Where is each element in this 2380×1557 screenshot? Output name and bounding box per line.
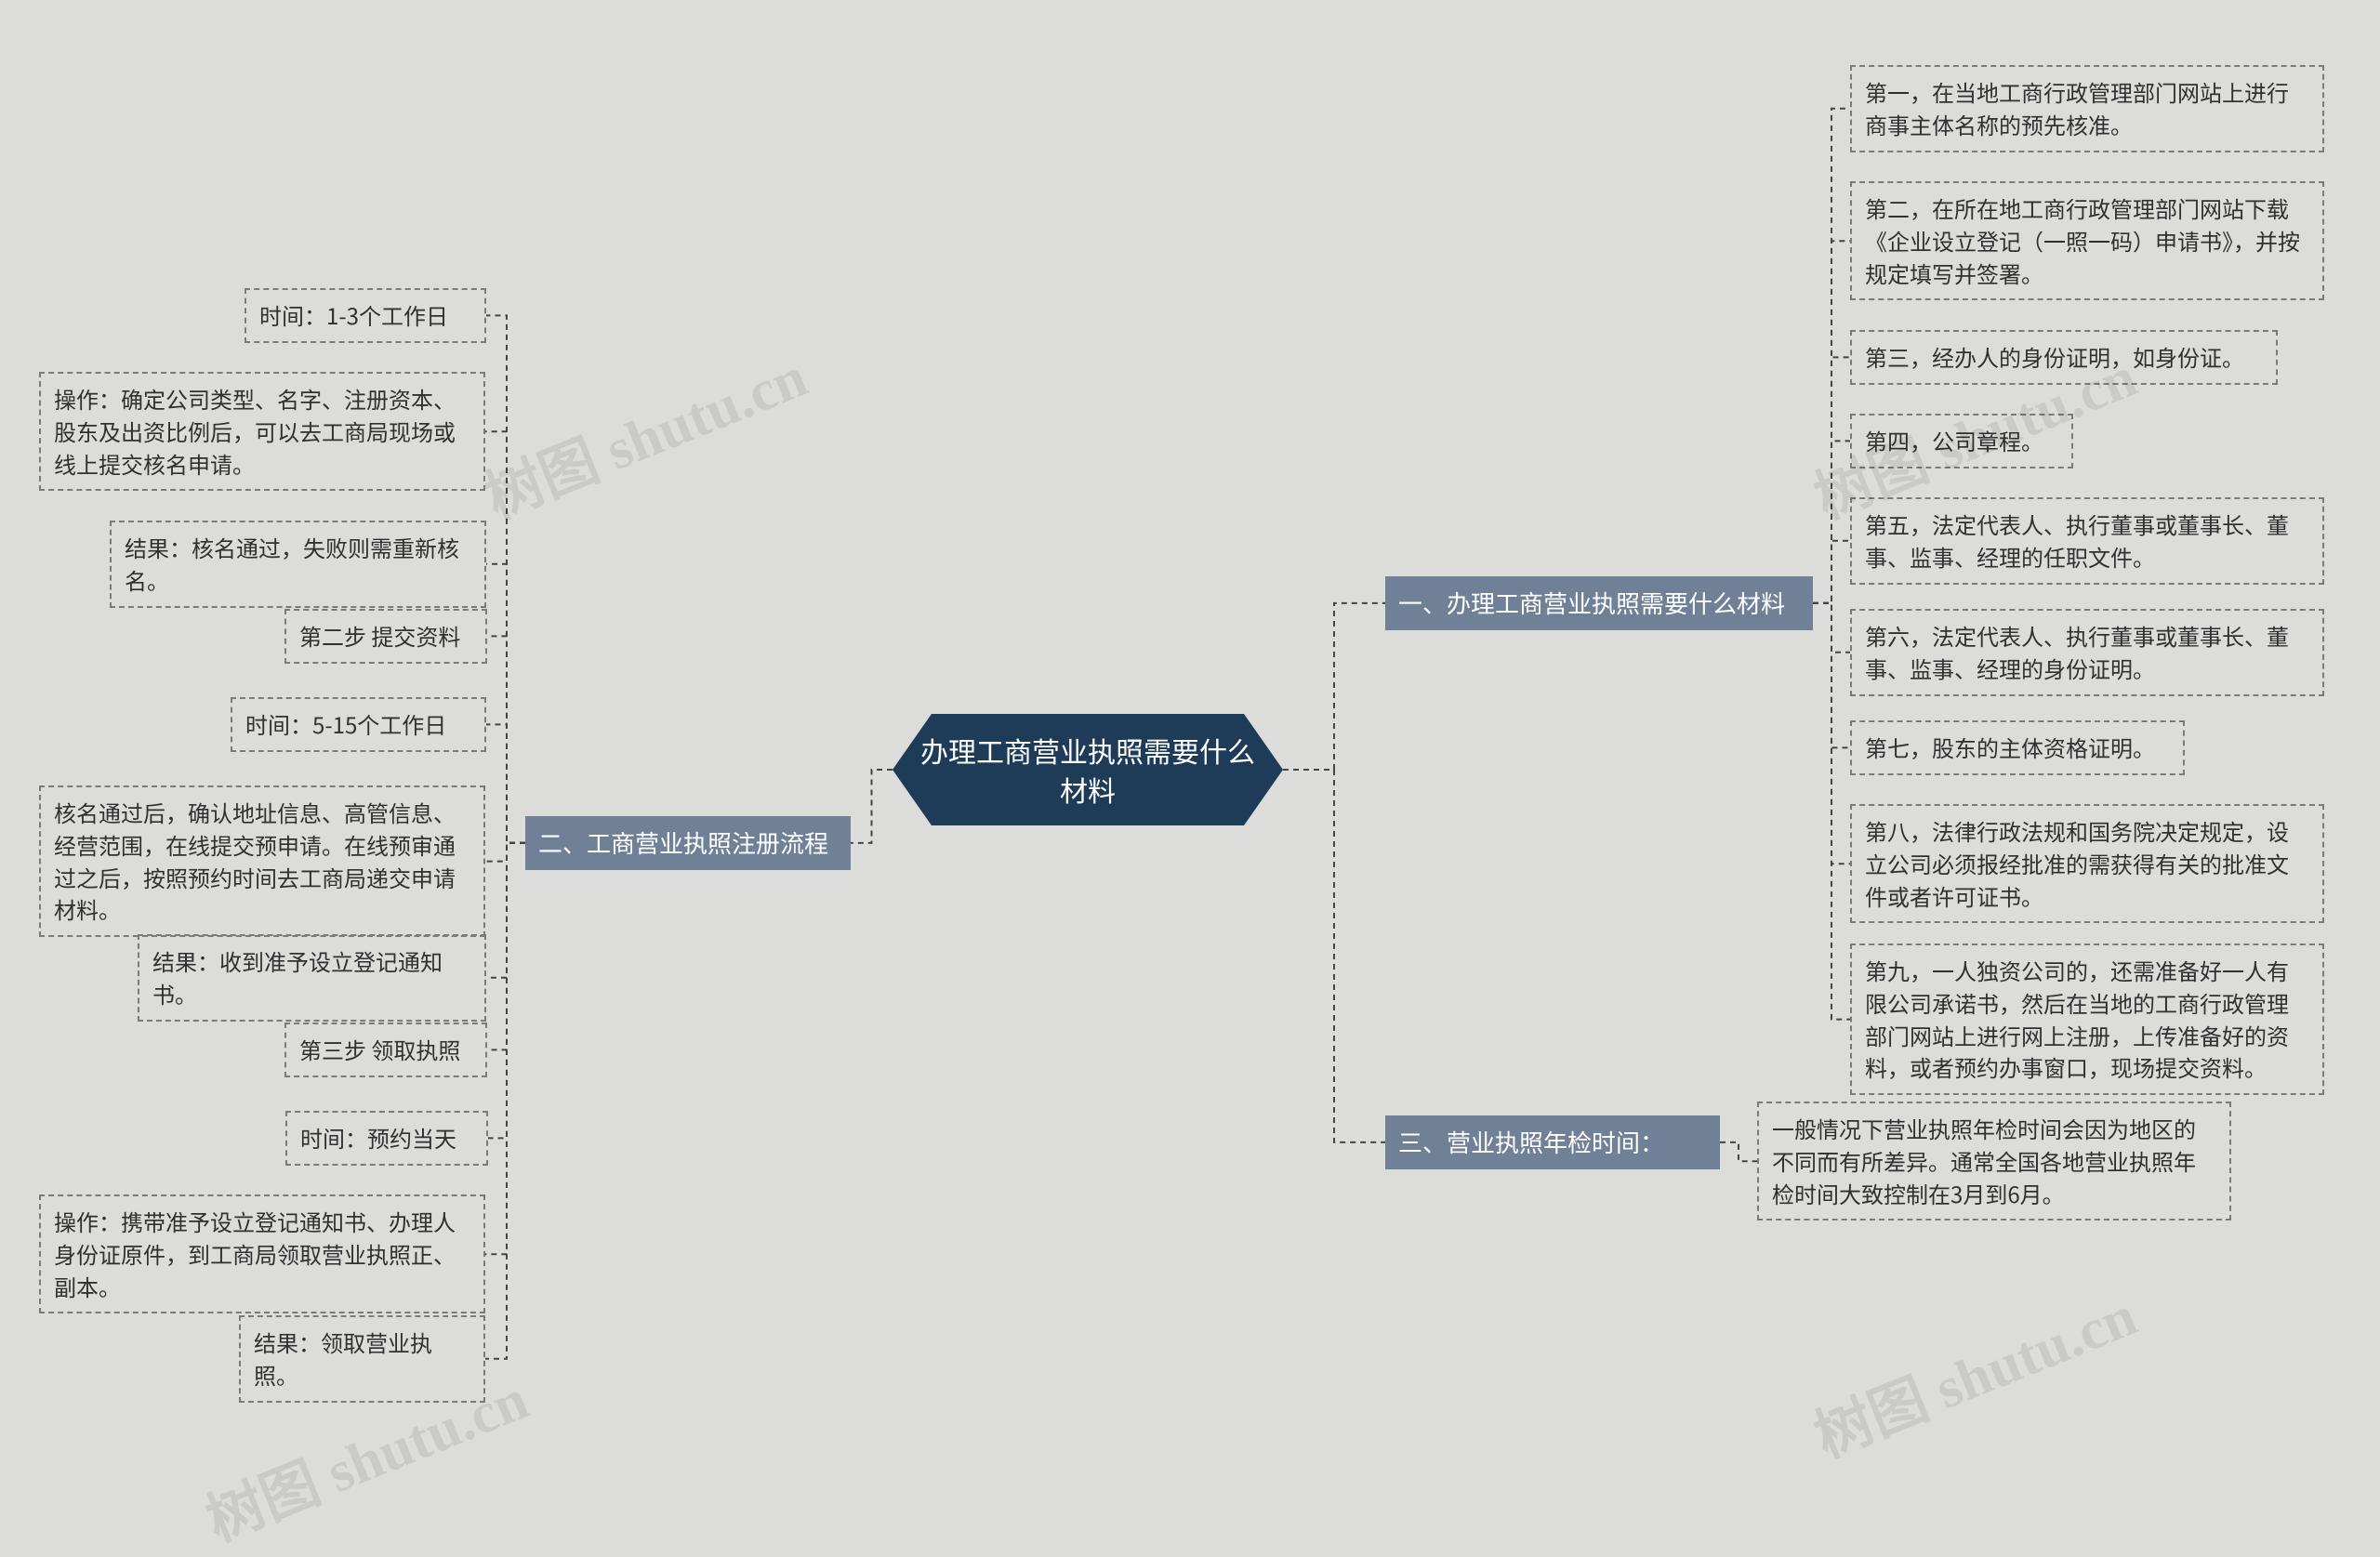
watermark: 树图 shutu.cn <box>470 330 816 534</box>
process-item-4[interactable]: 第二步 提交资料 <box>284 609 487 664</box>
root-node[interactable]: 办理工商营业执照需要什么材料 <box>892 714 1283 825</box>
process-item-5[interactable]: 时间：5-15个工作日 <box>231 697 486 752</box>
process-item-9[interactable]: 时间：预约当天 <box>285 1111 488 1166</box>
materials-item-9[interactable]: 第九，一人独资公司的，还需准备好一人有限公司承诺书，然后在当地的工商行政管理部门… <box>1850 943 2324 1095</box>
materials-item-4[interactable]: 第四，公司章程。 <box>1850 414 2073 468</box>
process-item-10[interactable]: 操作：携带准予设立登记通知书、办理人身份证原件，到工商局领取营业执照正、副本。 <box>39 1194 485 1313</box>
process-item-7[interactable]: 结果：收到准予设立登记通知书。 <box>138 934 486 1022</box>
materials-item-8[interactable]: 第八，法律行政法规和国务院决定规定，设立公司必须报经批准的需获得有关的批准文件或… <box>1850 804 2324 923</box>
process-item-6[interactable]: 核名通过后，确认地址信息、高管信息、经营范围，在线提交预申请。在线预审通过之后，… <box>39 785 485 937</box>
process-item-8[interactable]: 第三步 领取执照 <box>284 1023 487 1077</box>
process-item-3[interactable]: 结果：核名通过，失败则需重新核名。 <box>110 521 486 608</box>
materials-item-7[interactable]: 第七，股东的主体资格证明。 <box>1850 720 2185 775</box>
materials-item-1[interactable]: 第一，在当地工商行政管理部门网站上进行商事主体名称的预先核准。 <box>1850 65 2324 152</box>
materials-item-3[interactable]: 第三，经办人的身份证明，如身份证。 <box>1850 330 2278 385</box>
process-item-11[interactable]: 结果：领取营业执照。 <box>239 1315 485 1403</box>
process-item-1[interactable]: 时间：1-3个工作日 <box>245 288 486 343</box>
watermark: 树图 shutu.cn <box>1800 1269 2146 1473</box>
inspection-time-text[interactable]: 一般情况下营业执照年检时间会因为地区的不同而有所差异。通常全国各地营业执照年检时… <box>1757 1102 2231 1221</box>
branch-materials[interactable]: 一、办理工商营业执照需要什么材料 <box>1385 576 1813 630</box>
process-item-2[interactable]: 操作：确定公司类型、名字、注册资本、股东及出资比例后，可以去工商局现场或线上提交… <box>39 372 485 491</box>
branch-inspection-time[interactable]: 三、营业执照年检时间： <box>1385 1115 1720 1169</box>
materials-item-6[interactable]: 第六，法定代表人、执行董事或董事长、董事、监事、经理的身份证明。 <box>1850 609 2324 696</box>
materials-item-2[interactable]: 第二，在所在地工商行政管理部门网站下载《企业设立登记（一照一码）申请书》，并按规… <box>1850 181 2324 300</box>
materials-item-5[interactable]: 第五，法定代表人、执行董事或董事长、董事、监事、经理的任职文件。 <box>1850 497 2324 585</box>
branch-registration-process[interactable]: 二、工商营业执照注册流程 <box>525 816 851 870</box>
